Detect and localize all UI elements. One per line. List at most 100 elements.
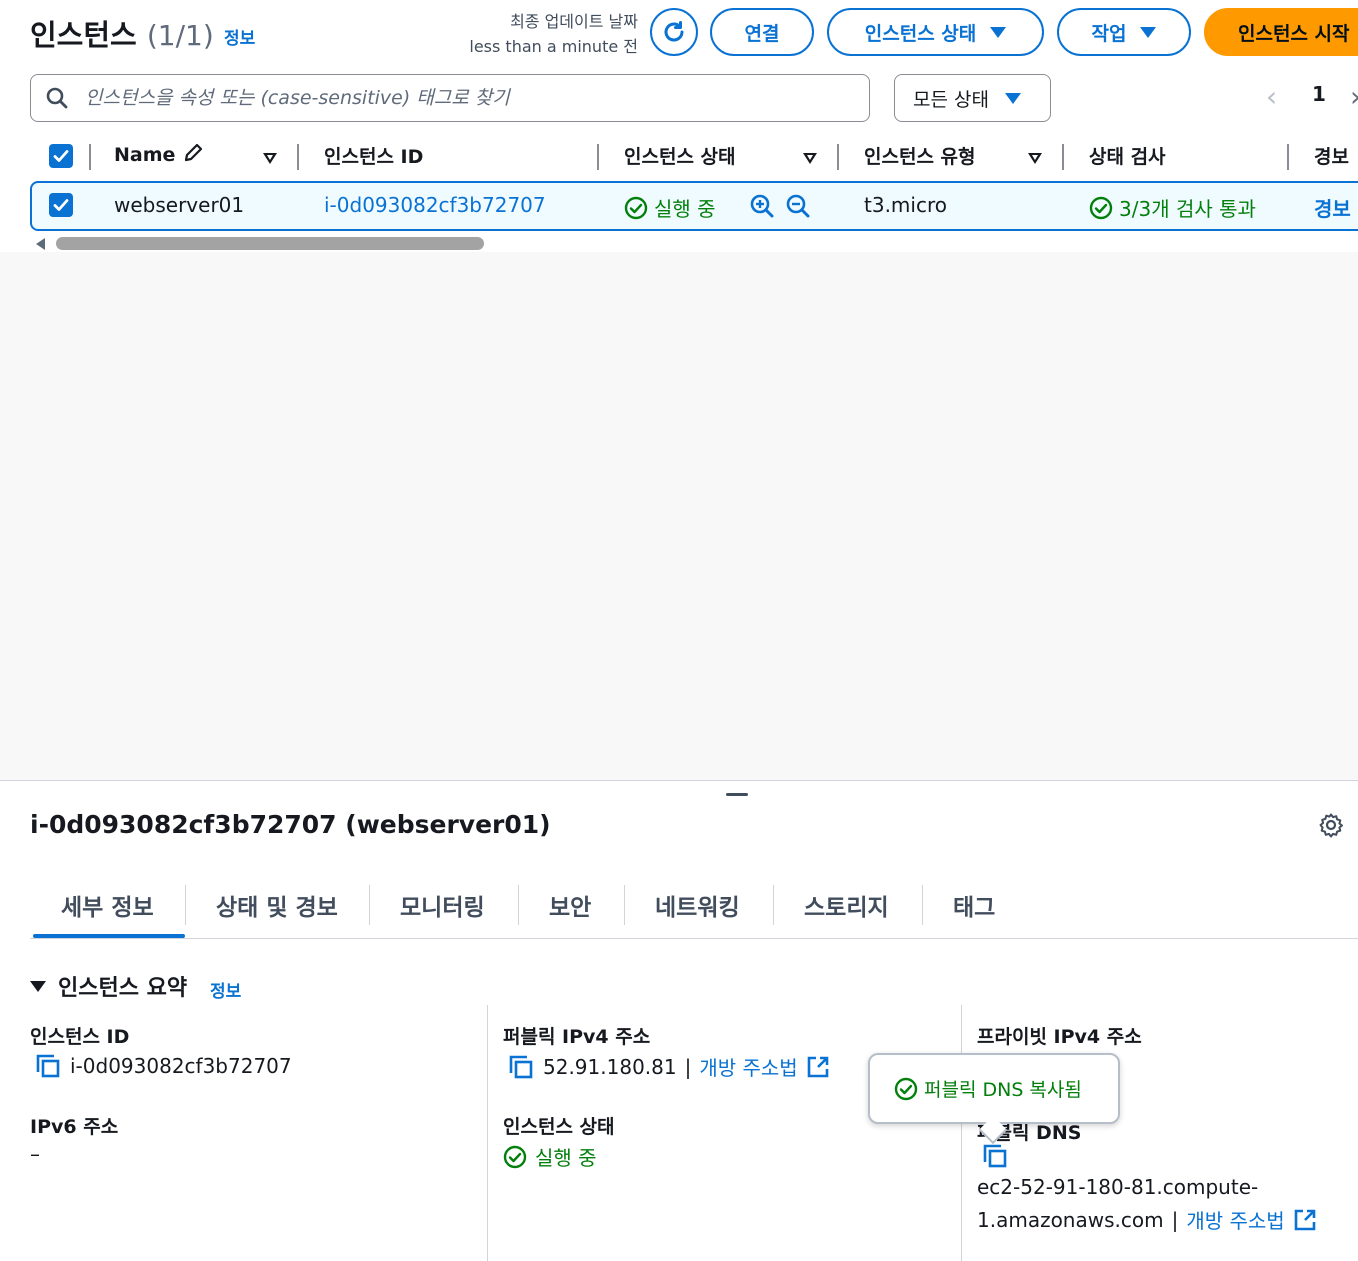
row-instance-id-link[interactable]: i-0d093082cf3b72707: [324, 193, 546, 217]
column-header-alarm[interactable]: 경보: [1314, 142, 1349, 169]
actions-dropdown[interactable]: 작업: [1057, 8, 1191, 56]
instance-state-dropdown[interactable]: 인스턴스 상태: [827, 8, 1044, 56]
separator: |: [1171, 1207, 1179, 1232]
actions-label: 작업: [1091, 22, 1127, 45]
column-header-instance-id[interactable]: 인스턴스 ID: [324, 142, 423, 169]
column-header-name[interactable]: Name: [114, 142, 204, 166]
external-link-icon[interactable]: [806, 1055, 830, 1079]
active-tab-indicator: [33, 934, 185, 938]
search-icon: [46, 87, 68, 109]
public-dns-text: 1.amazonaws.com: [977, 1207, 1164, 1232]
success-check-icon: [1089, 196, 1113, 219]
row-status-check: 3/3개 검사 통과: [1089, 193, 1256, 222]
detail-title: i-0d093082cf3b72707 (webserver01): [30, 810, 551, 839]
public-ipv4-value: 52.91.180.81 | 개방 주소법: [507, 1052, 830, 1081]
public-dns-line1: ec2-52-91-180-81.compute-: [977, 1175, 1259, 1199]
instance-count: (1/1): [146, 19, 214, 52]
instance-id-label: 인스턴스 ID: [30, 1026, 130, 1048]
row-state-text: 실행 중: [654, 197, 716, 221]
separator: |: [684, 1054, 692, 1079]
info-link[interactable]: 정보: [224, 24, 255, 49]
zoom-out-icon[interactable]: [785, 193, 811, 219]
row-alarm-link[interactable]: 경보: [1314, 193, 1351, 222]
tab-status-alarms[interactable]: 상태 및 경보: [216, 888, 338, 922]
column-name-label: Name: [114, 144, 176, 166]
last-updated: 최종 업데이트 날짜 less than a minute 전: [420, 9, 638, 59]
split-panel-drag-handle[interactable]: [726, 793, 748, 796]
page-number[interactable]: 1: [1312, 82, 1326, 106]
tab-security[interactable]: 보안: [549, 888, 591, 922]
public-ipv4-label: 퍼블릭 IPv4 주소: [503, 1026, 651, 1048]
connect-button-label: 연결: [744, 22, 780, 45]
public-dns-copy[interactable]: [981, 1142, 1009, 1170]
launch-instance-label: 인스턴스 시작: [1238, 22, 1350, 45]
caret-down-icon: [1004, 92, 1021, 104]
split-panel-divider: [0, 780, 1358, 781]
checkmark-icon: [53, 150, 69, 162]
column-header-instance-state[interactable]: 인스턴스 상태: [624, 142, 736, 169]
row-status-check-text: 3/3개 검사 통과: [1119, 197, 1256, 221]
caret-down-icon: [30, 980, 46, 992]
copy-icon[interactable]: [34, 1052, 62, 1080]
instance-state-label: 인스턴스 상태: [864, 22, 977, 45]
column-header-instance-type[interactable]: 인스턴스 유형: [864, 142, 976, 169]
instance-state-value: 실행 중: [503, 1142, 597, 1171]
info-link[interactable]: 정보: [210, 977, 241, 1002]
sort-icon[interactable]: [263, 153, 277, 164]
checkmark-icon: [53, 199, 69, 211]
state-filter-value: 모든 상태: [913, 88, 989, 111]
caret-down-icon: [990, 26, 1007, 38]
horizontal-scrollbar[interactable]: [56, 237, 484, 250]
ipv6-value: –: [30, 1142, 40, 1166]
instance-summary-title: 인스턴스 요약: [58, 976, 188, 1001]
public-ipv4-text: 52.91.180.81: [543, 1054, 677, 1079]
column-header-status-check[interactable]: 상태 검사: [1089, 142, 1166, 169]
search-field[interactable]: [30, 74, 870, 122]
sort-icon[interactable]: [1028, 153, 1042, 164]
tab-networking[interactable]: 네트워킹: [655, 888, 740, 922]
instance-state-text: 실행 중: [535, 1146, 597, 1170]
search-input[interactable]: [83, 86, 843, 110]
open-address-link[interactable]: 개방 주소법: [1186, 1205, 1284, 1234]
success-check-icon: [503, 1145, 527, 1168]
public-dns-line2: 1.amazonaws.com | 개방 주소법: [977, 1205, 1317, 1234]
zoom-in-icon[interactable]: [749, 193, 775, 219]
instance-id-text: i-0d093082cf3b72707: [70, 1054, 292, 1078]
copied-popover-message: 퍼블릭 DNS 복사됨: [924, 1079, 1082, 1101]
caret-down-icon: [1140, 26, 1157, 38]
ipv6-label: IPv6 주소: [30, 1116, 119, 1138]
success-check-icon: [894, 1077, 918, 1100]
last-updated-value: less than a minute 전: [469, 37, 638, 56]
pencil-icon: [184, 143, 203, 162]
row-instance-state: 실행 중: [624, 193, 716, 222]
tab-tags[interactable]: 태그: [953, 888, 995, 922]
tab-storage[interactable]: 스토리지: [804, 888, 889, 922]
copy-icon: [983, 1144, 1007, 1168]
refresh-button[interactable]: [650, 8, 698, 56]
copy-icon[interactable]: [507, 1053, 535, 1081]
table-empty-area: [0, 252, 1358, 780]
instance-id-value: i-0d093082cf3b72707: [34, 1052, 292, 1080]
gear-icon[interactable]: [1318, 812, 1344, 838]
next-page-icon[interactable]: ›: [1350, 80, 1358, 113]
external-link-icon[interactable]: [1293, 1208, 1317, 1232]
page-title-text: 인스턴스: [30, 18, 137, 52]
state-filter-select[interactable]: 모든 상태: [894, 74, 1051, 122]
refresh-icon: [664, 21, 684, 42]
instance-state-label: 인스턴스 상태: [503, 1116, 615, 1138]
page-title: 인스턴스 (1/1): [30, 12, 214, 54]
row-checkbox[interactable]: [49, 193, 73, 217]
scroll-left-icon[interactable]: [36, 238, 45, 250]
copied-popover: 퍼블릭 DNS 복사됨: [868, 1053, 1120, 1124]
open-address-link[interactable]: 개방 주소법: [699, 1052, 797, 1081]
previous-page-icon[interactable]: ‹: [1266, 80, 1277, 113]
tab-monitoring[interactable]: 모니터링: [400, 888, 485, 922]
select-all-checkbox[interactable]: [49, 144, 73, 168]
sort-icon[interactable]: [803, 153, 817, 164]
row-name: webserver01: [114, 193, 245, 217]
launch-instance-button[interactable]: 인스턴스 시작: [1204, 8, 1358, 56]
instance-summary-header[interactable]: 인스턴스 요약: [30, 970, 187, 1002]
connect-button[interactable]: 연결: [710, 8, 814, 56]
private-ipv4-label: 프라이빗 IPv4 주소: [977, 1026, 1142, 1048]
tab-details[interactable]: 세부 정보: [61, 888, 154, 922]
